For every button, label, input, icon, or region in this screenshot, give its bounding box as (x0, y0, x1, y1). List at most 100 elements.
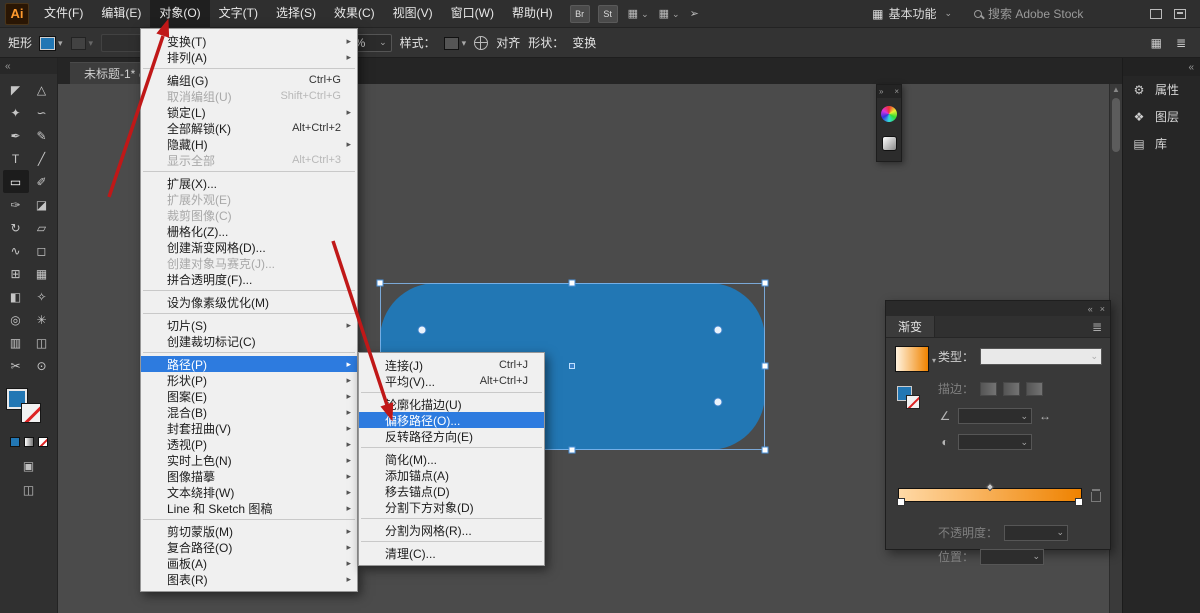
corner-widget-bottom-right[interactable] (714, 398, 723, 407)
handle-middle-right[interactable] (762, 363, 769, 370)
menu-item-排列-A-[interactable]: 排列(A)▸ (141, 49, 357, 65)
menu-item-偏移路径-O-[interactable]: 偏移路径(O)... (359, 412, 544, 428)
align-label[interactable]: 对齐 (496, 34, 520, 51)
menu-item-变换-T-[interactable]: 变换(T)▸ (141, 33, 357, 49)
zoom-tool[interactable]: ⊙ (29, 354, 55, 377)
close-icon[interactable]: × (894, 85, 899, 98)
handle-top-center[interactable] (569, 280, 576, 287)
gradient-type-select[interactable]: ⌄ (980, 348, 1102, 365)
menu-item-分割下方对象-D-[interactable]: 分割下方对象(D) (359, 499, 544, 515)
menubar-item-6[interactable]: 视图(V) (384, 0, 442, 27)
menubar-item-5[interactable]: 效果(C) (325, 0, 384, 27)
menubar-item-8[interactable]: 帮助(H) (503, 0, 562, 27)
bridge-badge[interactable]: Br (570, 5, 590, 23)
menubar-item-2[interactable]: 对象(O) (150, 0, 209, 27)
menu-item-编组-G-[interactable]: 编组(G)Ctrl+G (141, 72, 357, 88)
rectangle-tool[interactable]: ▭ (3, 170, 29, 193)
menu-item-扩展外观-E-[interactable]: 扩展外观(E) (141, 191, 357, 207)
menu-item-取消编组-U-[interactable]: 取消编组(U)Shift+Ctrl+G (141, 88, 357, 104)
draw-mode-button[interactable]: ▣ (23, 459, 34, 473)
recolor-artwork-icon[interactable] (474, 36, 488, 50)
curvature-tool[interactable]: ✎ (29, 124, 55, 147)
pencil-tool[interactable]: ✑ (3, 193, 29, 216)
width-tool[interactable]: ∿ (3, 239, 29, 262)
blend-tool[interactable]: ◎ (3, 308, 29, 331)
menu-item-平均-V-[interactable]: 平均(V)...Alt+Ctrl+J (359, 373, 544, 389)
gradient-panel-button[interactable] (879, 130, 899, 156)
menu-item-设为像素级优化-M-[interactable]: 设为像素级优化(M) (141, 294, 357, 310)
menu-item-封套扭曲-V-[interactable]: 封套扭曲(V)▸ (141, 420, 357, 436)
style-picker[interactable]: ▾ (444, 35, 467, 49)
menu-item-路径-P-[interactable]: 路径(P)▸ (141, 356, 357, 372)
menubar-item-1[interactable]: 编辑(E) (92, 0, 150, 27)
menu-item-移去锚点-D-[interactable]: 移去锚点(D) (359, 483, 544, 499)
share-icon[interactable]: ➢ (690, 7, 699, 20)
column-graph-tool[interactable]: ▥ (3, 331, 29, 354)
stroke-gradient-along-icon[interactable] (1003, 382, 1020, 396)
gradient-position-combo[interactable]: ⌄ (980, 549, 1044, 565)
menu-item-创建渐变网格-D-[interactable]: 创建渐变网格(D)... (141, 239, 357, 255)
collapse-panel-icon[interactable]: « (1088, 304, 1093, 314)
scrollbar-thumb[interactable] (1112, 98, 1120, 152)
delete-stop-icon[interactable] (1090, 489, 1102, 502)
menu-item-Line-和-Sketch-图稿[interactable]: Line 和 Sketch 图稿▸ (141, 500, 357, 516)
magic-wand-tool[interactable]: ✦ (3, 101, 29, 124)
menu-item-简化-M-[interactable]: 简化(M)... (359, 451, 544, 467)
color-mode-solid-button[interactable] (10, 437, 20, 447)
menu-item-锁定-L-[interactable]: 锁定(L)▸ (141, 104, 357, 120)
eyedropper-tool[interactable]: ✧ (29, 285, 55, 308)
close-panel-icon[interactable]: × (1100, 304, 1105, 314)
menu-item-图案-E-[interactable]: 图案(E)▸ (141, 388, 357, 404)
handle-bottom-right[interactable] (762, 447, 769, 454)
direct-selection-tool[interactable]: △ (29, 78, 55, 101)
line-segment-tool[interactable]: ╱ (29, 147, 55, 170)
artboard-tool[interactable]: ◫ (29, 331, 55, 354)
menu-item-形状-P-[interactable]: 形状(P)▸ (141, 372, 357, 388)
symbol-sprayer-tool[interactable]: ✳ (29, 308, 55, 331)
corner-widget-top-right[interactable] (714, 326, 723, 335)
menu-item-轮廓化描边-U-[interactable]: 轮廓化描边(U) (359, 396, 544, 412)
panel-menu-icon[interactable]: ≣ (1092, 320, 1110, 334)
selection-tool[interactable]: ◤ (3, 78, 29, 101)
stock-search-input[interactable]: 搜索 Adobe Stock (974, 5, 1124, 22)
scroll-up-icon[interactable]: ▲ (1110, 84, 1122, 96)
reverse-gradient-icon[interactable]: ↔ (1038, 409, 1052, 423)
menu-item-创建对象马赛克-J-[interactable]: 创建对象马赛克(J)... (141, 255, 357, 271)
mesh-tool[interactable]: ▦ (29, 262, 55, 285)
gradient-tool[interactable]: ◧ (3, 285, 29, 308)
menu-item-显示全部[interactable]: 显示全部Alt+Ctrl+3 (141, 152, 357, 168)
menu-item-分割为网格-R-[interactable]: 分割为网格(R)... (359, 522, 544, 538)
document-layout-icon[interactable]: ▦⌄ (659, 7, 680, 20)
menu-item-反转路径方向-E-[interactable]: 反转路径方向(E) (359, 428, 544, 444)
stock-badge[interactable]: St (598, 5, 618, 23)
corner-widget-top-left[interactable] (418, 326, 427, 335)
arrange-windows-icon[interactable] (1174, 9, 1186, 19)
type-tool[interactable]: T (3, 147, 29, 170)
dock-item-属性[interactable]: ⚙属性 (1123, 76, 1200, 103)
gradient-presets-arrow-icon[interactable]: ▾ (932, 356, 936, 365)
menu-item-剪切蒙版-M-[interactable]: 剪切蒙版(M)▸ (141, 523, 357, 539)
handle-bottom-center[interactable] (569, 447, 576, 454)
illustrator-logo[interactable]: Ai (5, 3, 29, 25)
expand-panel-icon[interactable]: » (879, 85, 883, 98)
color-mode-none-button[interactable] (38, 437, 48, 447)
gradient-aspect-combo[interactable]: ⌄ (958, 434, 1032, 450)
isolate-icon[interactable]: ▦ (1151, 36, 1162, 50)
color-mode-gradient-button[interactable] (24, 437, 34, 447)
panel-options-icon[interactable]: ≣ (1176, 36, 1186, 50)
gradient-stop-right[interactable] (1075, 498, 1083, 506)
gradient-midpoint-handle[interactable] (986, 483, 994, 491)
menu-item-清理-C-[interactable]: 清理(C)... (359, 545, 544, 561)
handle-top-right[interactable] (762, 280, 769, 287)
menu-item-全部解锁-K-[interactable]: 全部解锁(K)Alt+Ctrl+2 (141, 120, 357, 136)
menu-item-复合路径-O-[interactable]: 复合路径(O)▸ (141, 539, 357, 555)
stroke-gradient-within-icon[interactable] (980, 382, 997, 396)
menu-item-隐藏-H-[interactable]: 隐藏(H)▸ (141, 136, 357, 152)
gradient-angle-combo[interactable]: ⌄ (958, 408, 1032, 424)
shape-center-point[interactable] (569, 363, 575, 369)
workspace-switcher[interactable]: ▦ 基本功能 ⌄ (872, 5, 952, 22)
menu-item-文本绕排-W-[interactable]: 文本绕排(W)▸ (141, 484, 357, 500)
arrange-documents-icon[interactable]: ▦⌄ (628, 7, 649, 20)
gradient-opacity-combo[interactable]: ⌄ (1004, 525, 1068, 541)
expand-panels-icon[interactable]: « (1188, 62, 1194, 73)
